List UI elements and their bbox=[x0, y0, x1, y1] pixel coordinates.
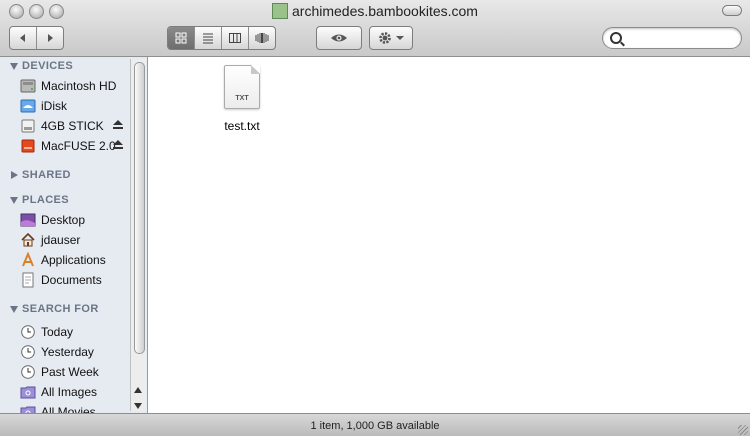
sidebar-item-label: All Images bbox=[41, 385, 98, 399]
sidebar-item-past-week[interactable]: Past Week bbox=[20, 363, 99, 381]
clock-icon bbox=[21, 365, 35, 379]
search-input[interactable] bbox=[627, 30, 735, 47]
sidebar-item-label: Yesterday bbox=[41, 345, 94, 359]
sidebar-section-places[interactable]: PLACES bbox=[10, 192, 69, 208]
scroll-down-arrow-icon[interactable] bbox=[134, 403, 142, 409]
list-view-button[interactable] bbox=[195, 27, 222, 49]
applications-icon bbox=[22, 252, 34, 267]
disclosure-right-icon bbox=[11, 171, 18, 179]
home-icon bbox=[21, 232, 35, 247]
sidebar-item-label: iDisk bbox=[41, 99, 67, 113]
clock-icon bbox=[21, 345, 35, 359]
sidebar: DEVICES Macintosh HD iDisk 4GB STICK Mac… bbox=[0, 57, 148, 413]
toolbar: archimedes.bambookites.com bbox=[0, 0, 750, 57]
sidebar-item-macintosh-hd[interactable]: Macintosh HD bbox=[20, 77, 116, 95]
sidebar-item-idisk[interactable]: iDisk bbox=[20, 97, 67, 115]
file-item[interactable]: TXT test.txt bbox=[212, 65, 272, 133]
disclosure-down-icon bbox=[10, 196, 18, 204]
sidebar-item-label: Today bbox=[41, 325, 74, 339]
scroll-up-arrow-icon[interactable] bbox=[134, 387, 142, 393]
sidebar-item-today[interactable]: Today bbox=[20, 323, 73, 341]
status-text: 1 item, 1,000 GB available bbox=[310, 419, 440, 432]
sidebar-item-all-movies[interactable]: All Movies bbox=[20, 403, 96, 413]
desktop-folder-icon bbox=[20, 213, 36, 227]
chevron-down-icon bbox=[396, 36, 404, 40]
sidebar-item-macfuse[interactable]: MacFUSE 2.0 bbox=[20, 137, 116, 155]
sidebar-item-label: All Movies bbox=[41, 405, 96, 413]
back-button[interactable] bbox=[10, 27, 37, 49]
sidebar-section-label: SEARCH FOR bbox=[22, 303, 99, 315]
smart-folder-icon bbox=[20, 386, 36, 399]
sidebar-item-label: Applications bbox=[41, 253, 106, 267]
eye-icon bbox=[331, 34, 347, 42]
sidebar-item-yesterday[interactable]: Yesterday bbox=[20, 343, 94, 361]
sidebar-item-label: Documents bbox=[41, 273, 102, 287]
idisk-icon bbox=[20, 99, 36, 113]
sidebar-section-shared[interactable]: SHARED bbox=[10, 167, 71, 183]
forward-button[interactable] bbox=[37, 27, 63, 49]
file-name: test.txt bbox=[224, 119, 260, 133]
minimize-window-button[interactable] bbox=[29, 4, 44, 19]
disclosure-down-icon bbox=[10, 305, 18, 313]
sidebar-item-jdauser[interactable]: jdauser bbox=[20, 231, 80, 249]
hard-drive-icon bbox=[20, 79, 36, 93]
sidebar-item-label: MacFUSE 2.0 bbox=[41, 139, 116, 153]
sidebar-section-label: SHARED bbox=[22, 169, 71, 181]
search-icon bbox=[610, 32, 622, 44]
sidebar-item-4gb-stick[interactable]: 4GB STICK bbox=[20, 117, 104, 135]
sidebar-item-label: jdauser bbox=[41, 233, 81, 247]
server-icon[interactable] bbox=[272, 3, 288, 19]
quick-look-control bbox=[316, 26, 362, 50]
eject-macfuse-icon[interactable] bbox=[113, 140, 123, 150]
toolbar-toggle-button[interactable] bbox=[722, 5, 742, 16]
clock-icon bbox=[21, 325, 35, 339]
sidebar-item-applications[interactable]: Applications bbox=[20, 251, 106, 269]
back-forward-control bbox=[9, 26, 64, 50]
sidebar-item-desktop[interactable]: Desktop bbox=[20, 211, 85, 229]
chevron-right-icon bbox=[48, 34, 53, 42]
macfuse-volume-icon bbox=[21, 139, 35, 153]
list-view-icon bbox=[203, 33, 213, 44]
icon-view-button[interactable] bbox=[168, 27, 195, 49]
resize-grip-icon[interactable] bbox=[738, 425, 748, 435]
sidebar-item-documents[interactable]: Documents bbox=[20, 271, 102, 289]
sidebar-section-label: PLACES bbox=[22, 194, 70, 206]
gear-icon bbox=[379, 32, 391, 44]
chevron-left-icon bbox=[20, 34, 25, 42]
sidebar-item-label: Desktop bbox=[41, 213, 86, 227]
eject-4gb-stick-icon[interactable] bbox=[113, 120, 123, 130]
finder-window: archimedes.bambookites.com DEVICES Macin… bbox=[0, 0, 750, 436]
column-view-icon bbox=[229, 33, 241, 43]
zoom-window-button[interactable] bbox=[49, 4, 64, 19]
close-window-button[interactable] bbox=[9, 4, 24, 19]
file-browser-area[interactable]: TXT test.txt bbox=[148, 57, 750, 413]
status-bar: 1 item, 1,000 GB available bbox=[0, 413, 750, 436]
sidebar-item-all-images[interactable]: All Images bbox=[20, 383, 97, 401]
sidebar-item-label: 4GB STICK bbox=[41, 119, 104, 133]
sidebar-item-label: Past Week bbox=[41, 365, 99, 379]
sidebar-section-search-for[interactable]: SEARCH FOR bbox=[10, 301, 99, 317]
sidebar-item-label: Macintosh HD bbox=[41, 79, 117, 93]
quick-look-button[interactable] bbox=[317, 27, 361, 49]
view-mode-control bbox=[167, 26, 276, 50]
column-view-button[interactable] bbox=[222, 27, 249, 49]
sidebar-scrollbar[interactable] bbox=[130, 59, 146, 411]
smart-folder-icon bbox=[20, 406, 36, 413]
icon-view-icon bbox=[175, 32, 187, 44]
window-title: archimedes.bambookites.com bbox=[272, 2, 478, 20]
disclosure-down-icon bbox=[10, 62, 18, 70]
cover-flow-view-button[interactable] bbox=[249, 27, 275, 49]
cover-flow-view-icon bbox=[255, 33, 269, 43]
action-menu-control bbox=[369, 26, 413, 50]
file-type-badge: TXT bbox=[235, 95, 249, 102]
text-file-icon: TXT bbox=[224, 65, 260, 109]
action-menu-button[interactable] bbox=[370, 27, 412, 49]
window-title-text: archimedes.bambookites.com bbox=[292, 3, 478, 19]
search-field[interactable] bbox=[602, 27, 742, 49]
sidebar-section-devices[interactable]: DEVICES bbox=[10, 58, 73, 74]
documents-icon bbox=[22, 272, 34, 288]
scrollbar-thumb[interactable] bbox=[134, 62, 145, 354]
sidebar-section-label: DEVICES bbox=[22, 60, 74, 72]
usb-drive-icon bbox=[21, 119, 35, 133]
